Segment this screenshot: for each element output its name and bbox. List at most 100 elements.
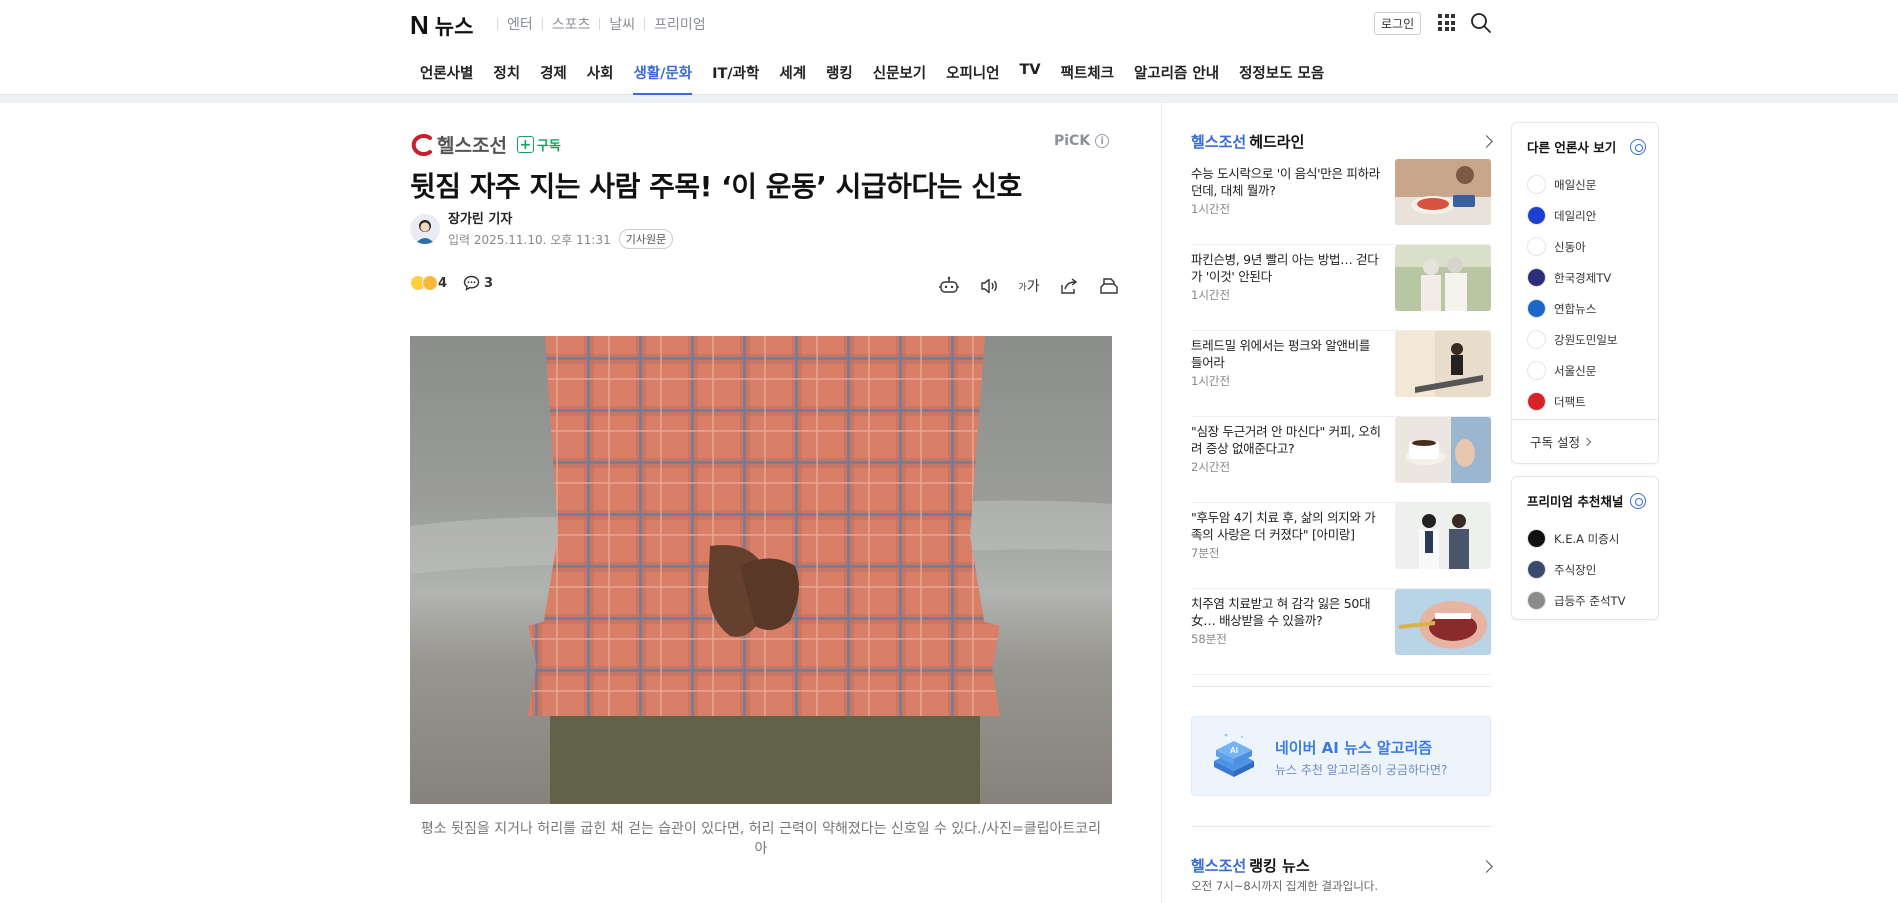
- nav-item[interactable]: 사회: [577, 56, 624, 95]
- press-channel-name: 서울신문: [1554, 363, 1597, 378]
- service-link-weather[interactable]: 날씨: [609, 14, 635, 34]
- apps-grid-icon[interactable]: [1438, 14, 1455, 31]
- headline-item-title[interactable]: "심장 두근거려 안 마신다" 커피, 오히려 증상 없애준다고?: [1191, 423, 1381, 457]
- headline-item-title[interactable]: 트레드밀 위에서는 펑크와 알앤비를 들어라: [1191, 337, 1381, 371]
- press-channel-item[interactable]: 데일리안: [1527, 200, 1617, 231]
- ranking-section-title[interactable]: 헬스조선 랭킹 뉴스: [1191, 855, 1310, 876]
- nav-item[interactable]: 신문보기: [863, 56, 936, 95]
- naver-news-logo[interactable]: N 뉴스: [410, 10, 473, 41]
- nav-item[interactable]: 경제: [530, 56, 577, 95]
- subscription-settings-label: 구독 설정: [1530, 435, 1580, 450]
- subscription-settings-link[interactable]: 구독 설정: [1512, 419, 1658, 463]
- summary-bot-button[interactable]: [936, 275, 962, 297]
- ai-algorithm-banner[interactable]: AI 네이버 AI 뉴스 알고리즘 뉴스 추천 알고리즘이 궁금하다면?: [1191, 716, 1491, 796]
- nav-item[interactable]: IT/과학: [702, 56, 769, 95]
- headline-section-title[interactable]: 헬스조선 헤드라인: [1191, 131, 1304, 152]
- headline-item-time: 1시간전: [1191, 374, 1231, 388]
- press-channel-name: 주식장인: [1554, 562, 1597, 577]
- share-button[interactable]: [1056, 275, 1082, 297]
- article-photo[interactable]: [410, 336, 1112, 804]
- info-icon: i: [1095, 134, 1110, 148]
- headline-thumbnail[interactable]: [1395, 245, 1491, 311]
- nav-item[interactable]: 언론사별: [410, 56, 483, 95]
- premium-channel-title: 프리미엄 추천채널: [1527, 494, 1624, 509]
- headline-item-title[interactable]: 치주염 치료받고 혀 감각 잃은 50대 女… 배상받을 수 있을까?: [1191, 595, 1381, 629]
- headline-thumbnail[interactable]: [1395, 589, 1491, 655]
- press-channel-name: 더팩트: [1554, 394, 1586, 409]
- press-channel-item[interactable]: 주식장인: [1527, 554, 1625, 585]
- headline-item-title[interactable]: 파킨슨병, 9년 빨리 아는 방법… 걷다가 '이것' 안된다: [1191, 251, 1381, 285]
- press-logo[interactable]: 헬스조선: [410, 131, 507, 158]
- nav-item[interactable]: 랭킹: [816, 56, 863, 95]
- reaction-button[interactable]: 4: [410, 275, 447, 291]
- premium-channel-list: K.E.A 미증시주식장인급등주 준석TV: [1527, 523, 1625, 616]
- press-channel-item[interactable]: 서울신문: [1527, 355, 1617, 386]
- press-channel-item[interactable]: 강원도민일보: [1527, 324, 1617, 355]
- ranking-brand: 헬스조선: [1191, 857, 1247, 875]
- chevron-right-icon[interactable]: [1480, 860, 1493, 873]
- press-logo-icon: [1527, 206, 1546, 225]
- press-channel-item[interactable]: 한국경제TV: [1527, 262, 1617, 293]
- press-logo-icon: [1527, 392, 1546, 411]
- headline-item[interactable]: 치주염 치료받고 혀 감각 잃은 50대 女… 배상받을 수 있을까? 58분전: [1191, 589, 1491, 675]
- service-links: 엔터 스포츠 날씨 프리미엄: [488, 14, 706, 34]
- byline: 장가린 기자 입력 2025.11.10. 오후 11:31 기사원문: [410, 208, 674, 249]
- divider: [541, 18, 543, 30]
- headline-thumbnail[interactable]: [1395, 331, 1491, 397]
- headline-thumbnail[interactable]: [1395, 503, 1491, 569]
- press-channel-item[interactable]: 급등주 준석TV: [1527, 585, 1625, 616]
- comment-button[interactable]: 3: [463, 275, 493, 291]
- search-icon[interactable]: [1470, 12, 1492, 34]
- original-article-button[interactable]: 기사원문: [618, 229, 674, 249]
- headline-item[interactable]: 수능 도시락으로 '이 음식'만은 피하라던데, 대체 뭘까? 1시간전: [1191, 159, 1491, 245]
- nav-item[interactable]: 정치: [483, 56, 530, 95]
- nav-item[interactable]: 정정보도 모음: [1229, 56, 1334, 95]
- nav-item[interactable]: 오피니언: [936, 56, 1009, 95]
- subscribe-button[interactable]: + 구독: [516, 135, 561, 154]
- headline-item-title[interactable]: "후두암 4기 치료 후, 삶의 의지와 가족의 사랑은 더 커졌다" [아미랑…: [1191, 509, 1381, 543]
- plus-icon: +: [516, 136, 534, 153]
- headline-item[interactable]: 파킨슨병, 9년 빨리 아는 방법… 걷다가 '이것' 안된다 1시간전: [1191, 245, 1491, 331]
- font-size-button[interactable]: 가가: [1016, 275, 1042, 297]
- reporter-name[interactable]: 장가린 기자: [448, 208, 673, 227]
- press-channel-item[interactable]: 매일신문: [1527, 169, 1617, 200]
- service-link-sports[interactable]: 스포츠: [552, 14, 591, 34]
- nav-item[interactable]: TV: [1009, 56, 1050, 95]
- headline-item[interactable]: "심장 두근거려 안 마신다" 커피, 오히려 증상 없애준다고? 2시간전: [1191, 417, 1491, 503]
- category-nav: 언론사별 정치 경제 사회 생활/문화 IT/과학 세계 랭킹 신문보기 오피니언 TV 팩트체크 알고…: [410, 56, 1334, 95]
- nav-item[interactable]: 생활/문화: [623, 56, 702, 95]
- press-logo-mark-icon: [411, 133, 432, 156]
- nav-item[interactable]: 세계: [769, 56, 816, 95]
- text-to-speech-button[interactable]: [976, 275, 1002, 297]
- pick-badge[interactable]: PiCK i: [1054, 133, 1110, 149]
- premium-channel-panel: 프리미엄 추천채널 K.E.A 미증시주식장인급등주 준석TV: [1511, 476, 1659, 620]
- refresh-icon[interactable]: [1630, 139, 1646, 155]
- print-button[interactable]: [1096, 275, 1122, 297]
- chevron-right-icon[interactable]: [1480, 135, 1493, 148]
- headline-thumbnail[interactable]: [1395, 417, 1491, 483]
- header-divider: [0, 95, 1898, 103]
- print-icon: [1100, 278, 1118, 294]
- headline-item-time: 1시간전: [1191, 288, 1231, 302]
- service-link-entertain[interactable]: 엔터: [507, 14, 533, 34]
- headline-thumbnail[interactable]: [1395, 159, 1491, 225]
- service-link-premium[interactable]: 프리미엄: [654, 14, 706, 34]
- press-channel-item[interactable]: 신동아: [1527, 231, 1617, 262]
- subscribe-label: 구독: [536, 139, 561, 154]
- headline-item-title[interactable]: 수능 도시락으로 '이 음식'만은 피하라던데, 대체 뭘까?: [1191, 165, 1381, 199]
- headline-text: "심장 두근거려 안 마신다" 커피, 오히려 증상 없애준다고? 2시간전: [1191, 417, 1381, 502]
- nav-item[interactable]: 팩트체크: [1051, 56, 1124, 95]
- press-channel-item[interactable]: 더팩트: [1527, 386, 1617, 417]
- press-channel-name: 매일신문: [1554, 177, 1597, 192]
- press-channel-item[interactable]: 연합뉴스: [1527, 293, 1617, 324]
- press-channel-name: 데일리안: [1554, 208, 1597, 223]
- press-logo-icon: [1527, 529, 1546, 548]
- headline-item[interactable]: "후두암 4기 치료 후, 삶의 의지와 가족의 사랑은 더 커졌다" [아미랑…: [1191, 503, 1491, 589]
- logo-n: N: [410, 10, 429, 40]
- press-channel-item[interactable]: K.E.A 미증시: [1527, 523, 1625, 554]
- refresh-icon[interactable]: [1630, 493, 1646, 509]
- headline-item[interactable]: 트레드밀 위에서는 펑크와 알앤비를 들어라 1시간전: [1191, 331, 1491, 417]
- nav-item[interactable]: 알고리즘 안내: [1124, 56, 1229, 95]
- login-button[interactable]: 로그인: [1374, 12, 1422, 35]
- reporter-avatar[interactable]: [410, 213, 440, 244]
